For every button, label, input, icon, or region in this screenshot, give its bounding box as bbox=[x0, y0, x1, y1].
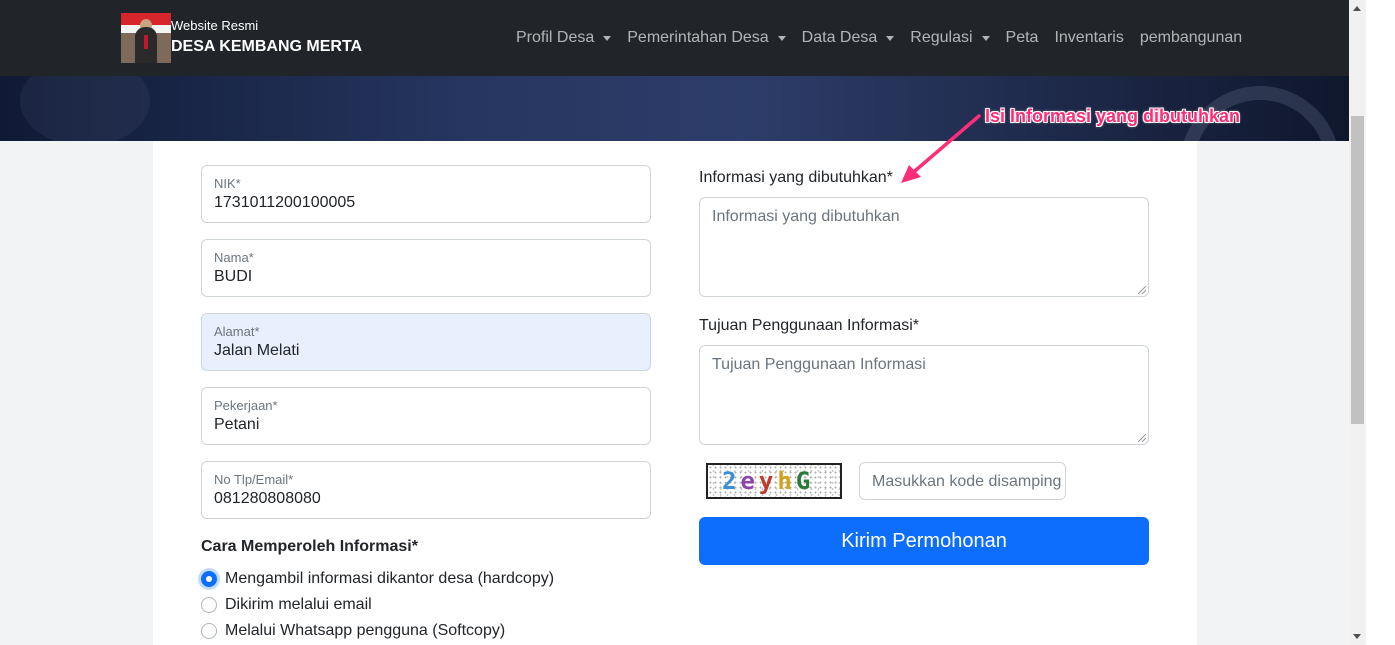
radio-unchecked-icon[interactable] bbox=[201, 623, 217, 639]
caret-down-icon bbox=[603, 35, 612, 41]
page-scrollbar[interactable] bbox=[1349, 0, 1366, 645]
radio-label: Melalui Whatsapp pengguna (Softcopy) bbox=[225, 622, 506, 639]
pekerjaan-label: Pekerjaan* bbox=[214, 398, 278, 413]
radio-option-whatsapp[interactable]: Melalui Whatsapp pengguna (Softcopy) bbox=[201, 622, 505, 640]
nav-label: pembangunan bbox=[1139, 29, 1243, 46]
nav-menu: Profil Desa Pemerintahan Desa Data Desa … bbox=[508, 27, 1250, 49]
nav-item-pemerintahan-desa[interactable]: Pemerintahan Desa bbox=[619, 27, 793, 49]
informasi-placeholder: Informasi yang dibutuhkan bbox=[712, 208, 900, 225]
pekerjaan-field[interactable]: Pekerjaan* Petani bbox=[201, 387, 651, 445]
radio-option-hardcopy[interactable]: Mengambil informasi dikantor desa (hardc… bbox=[201, 570, 554, 588]
nav-label: Peta bbox=[1005, 29, 1039, 46]
nav-label: Profil Desa bbox=[516, 29, 595, 46]
nik-field[interactable]: NIK* 1731011200100005 bbox=[201, 165, 651, 223]
nav-item-data-desa[interactable]: Data Desa bbox=[794, 27, 903, 49]
radio-label: Mengambil informasi dikantor desa (hardc… bbox=[225, 570, 555, 587]
caret-down-icon bbox=[886, 35, 895, 41]
nav-item-regulasi[interactable]: Regulasi bbox=[902, 27, 997, 49]
brand-subtitle: Website Resmi bbox=[171, 18, 259, 33]
captcha-image: 2eyhG bbox=[706, 463, 842, 499]
resize-grip-icon[interactable] bbox=[1138, 286, 1146, 294]
nav-item-pembangunan[interactable]: pembangunan bbox=[1132, 27, 1250, 49]
tujuan-label: Tujuan Penggunaan Informasi* bbox=[699, 317, 919, 334]
annotation-callout: Isi Informasi yang dibutuhkan bbox=[985, 106, 1241, 126]
kirim-permohonan-button[interactable]: Kirim Permohonan bbox=[699, 517, 1149, 565]
radio-unchecked-icon[interactable] bbox=[201, 597, 217, 613]
navbar: Website Resmi DESA KEMBANG MERTA Profil … bbox=[0, 0, 1349, 76]
nama-value: BUDI bbox=[214, 268, 253, 285]
alamat-field[interactable]: Alamat* Jalan Melati bbox=[201, 313, 651, 371]
nik-label: NIK* bbox=[214, 176, 241, 191]
caret-down-icon bbox=[981, 35, 990, 41]
alamat-value: Jalan Melati bbox=[214, 342, 300, 359]
nav-label: Data Desa bbox=[801, 29, 878, 46]
captcha-placeholder: Masukkan kode disamping bbox=[872, 473, 1062, 490]
scrollbar-thumb[interactable] bbox=[1351, 116, 1364, 424]
kontak-value: 081280808080 bbox=[214, 490, 321, 507]
caret-down-icon bbox=[777, 35, 786, 41]
informasi-textarea[interactable]: Informasi yang dibutuhkan bbox=[699, 197, 1149, 297]
tujuan-textarea[interactable]: Tujuan Penggunaan Informasi bbox=[699, 345, 1149, 445]
pekerjaan-value: Petani bbox=[214, 416, 260, 433]
scroll-down-icon[interactable] bbox=[1353, 634, 1361, 639]
village-head-photo-logo bbox=[121, 13, 171, 63]
kontak-field[interactable]: No Tlp/Email* 081280808080 bbox=[201, 461, 651, 519]
captcha-input[interactable]: Masukkan kode disamping bbox=[859, 462, 1066, 500]
nik-value: 1731011200100005 bbox=[214, 194, 356, 211]
radio-checked-icon[interactable] bbox=[201, 571, 217, 587]
nama-label: Nama* bbox=[214, 250, 254, 265]
captcha-code: 2eyhG bbox=[722, 467, 815, 495]
resize-grip-icon[interactable] bbox=[1138, 434, 1146, 442]
window-edge bbox=[1366, 0, 1395, 645]
radio-option-email[interactable]: Dikirim melalui email bbox=[201, 596, 372, 614]
alamat-label: Alamat* bbox=[214, 324, 260, 339]
nama-field[interactable]: Nama* BUDI bbox=[201, 239, 651, 297]
brand-link[interactable]: Website Resmi DESA KEMBANG MERTA bbox=[121, 13, 362, 63]
cara-heading: Cara Memperoleh Informasi* bbox=[201, 538, 418, 555]
radio-label: Dikirim melalui email bbox=[225, 596, 372, 613]
brand-text: Website Resmi DESA KEMBANG MERTA bbox=[171, 18, 362, 58]
scroll-up-icon[interactable] bbox=[1353, 6, 1361, 11]
nav-item-peta[interactable]: Peta bbox=[998, 27, 1047, 49]
nav-item-inventaris[interactable]: Inventaris bbox=[1046, 27, 1131, 49]
kontak-label: No Tlp/Email* bbox=[214, 472, 294, 487]
annotation-arrow-icon bbox=[901, 114, 981, 183]
informasi-label: Informasi yang dibutuhkan* bbox=[699, 169, 893, 186]
tujuan-placeholder: Tujuan Penggunaan Informasi bbox=[712, 356, 926, 373]
nav-label: Inventaris bbox=[1054, 29, 1124, 46]
nav-item-profil-desa[interactable]: Profil Desa bbox=[508, 27, 619, 49]
brand-title: DESA KEMBANG MERTA bbox=[171, 38, 363, 55]
nav-label: Pemerintahan Desa bbox=[627, 29, 769, 46]
nav-label: Regulasi bbox=[910, 29, 973, 46]
